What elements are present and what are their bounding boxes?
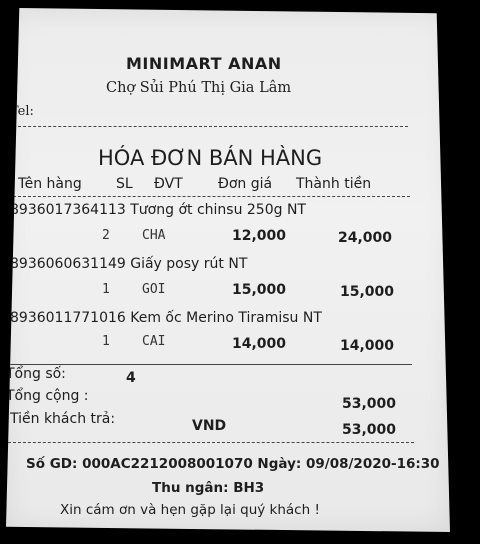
divider [8, 126, 408, 127]
list-item-name: 8936060631149 Giấy posy rút NT [10, 256, 248, 272]
list-item-unit: CAI [142, 334, 166, 349]
list-item-qty: 1 [102, 282, 110, 297]
receipt-title: HÓA ĐƠN BÁN HÀNG [98, 146, 323, 170]
list-item-total: 24,000 [338, 230, 393, 246]
divider [8, 364, 412, 365]
list-item-total: 14,000 [340, 338, 395, 354]
list-item-name: 8936017364113 Tương ớt chinsu 250g NT [10, 202, 306, 218]
column-header-qty: SL [116, 176, 133, 192]
list-item-unit: GOI [142, 282, 166, 297]
list-item-price: 14,000 [232, 336, 287, 352]
column-header-unit: ĐVT [154, 176, 183, 192]
count-label: Tổng số: [6, 366, 66, 382]
tel-label: Tel: [10, 104, 34, 119]
divider [8, 196, 410, 197]
store-name: MINIMART ANAN [126, 54, 282, 73]
store-address: Chợ Sủi Phú Thị Gia Lâm [106, 80, 292, 96]
divider [8, 442, 414, 443]
total-value: 53,000 [342, 396, 397, 412]
paid-value: 53,000 [342, 422, 397, 438]
paid-label: Tiền khách trả: [10, 411, 116, 427]
list-item-price: 15,000 [232, 282, 287, 298]
receipt: MINIMART ANAN Chợ Sủi Phú Thị Gia Lâm Te… [6, 8, 450, 532]
list-item-name: 8936011771016 Kem ốc Merino Tiramisu NT [10, 310, 322, 326]
transaction-info: Số GD: 000AC2212008001070 Ngày: 09/08/20… [26, 456, 440, 472]
list-item-qty: 2 [102, 228, 110, 243]
count-value: 4 [126, 370, 136, 386]
list-item-price: 12,000 [232, 228, 287, 244]
list-item-total: 15,000 [340, 284, 395, 300]
total-label: Tổng cộng : [6, 388, 89, 404]
column-header-price: Đơn giá [218, 176, 273, 192]
column-header-total: Thành tiền [296, 176, 372, 192]
list-item-unit: CHA [142, 228, 166, 243]
list-item-qty: 1 [102, 334, 110, 349]
cashier: Thu ngân: BH3 [152, 480, 265, 496]
thanks-message: Xin cám ơn và hẹn gặp lại quý khách ! [60, 502, 320, 518]
currency-label: VND [192, 418, 227, 434]
column-header-name: Tên hàng [18, 176, 82, 192]
